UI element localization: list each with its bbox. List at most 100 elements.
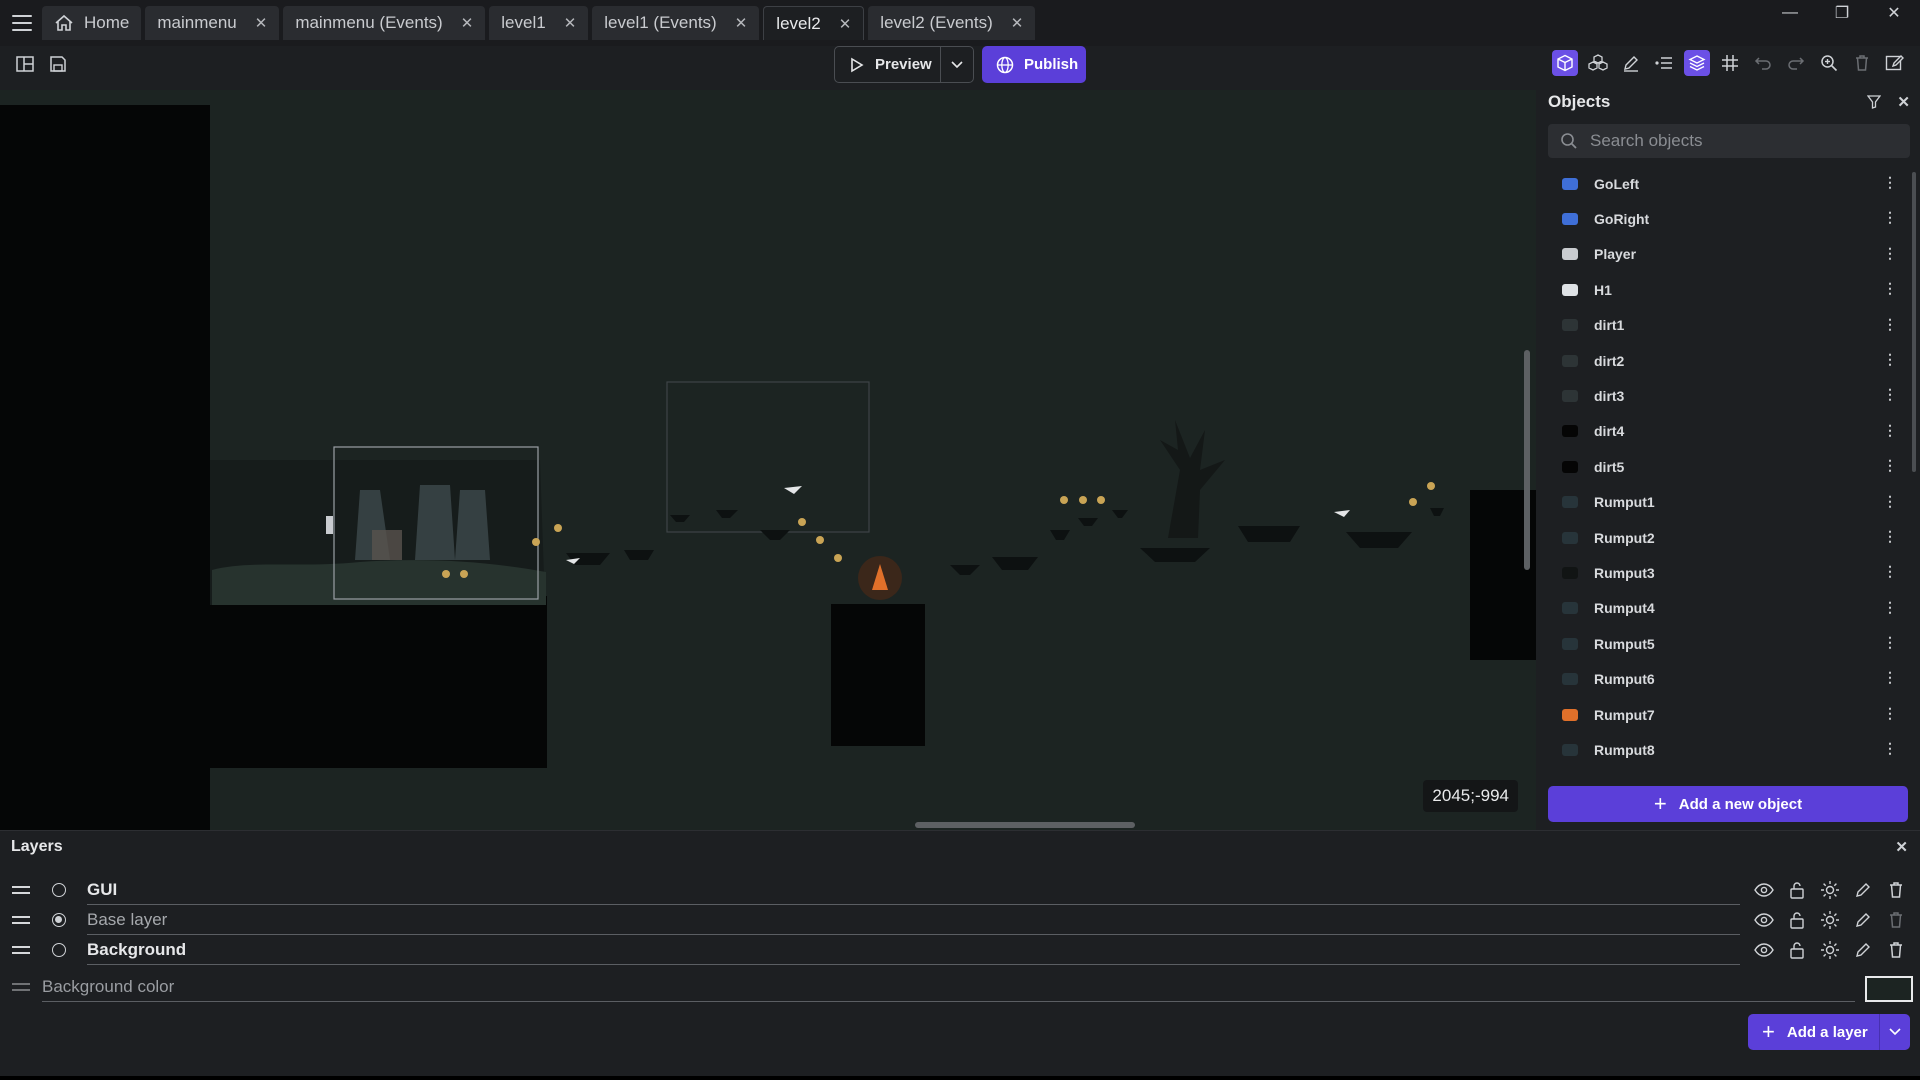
- more-options-icon[interactable]: ⋮: [1883, 351, 1897, 368]
- more-options-icon[interactable]: ⋮: [1883, 528, 1897, 545]
- minimize-icon[interactable]: —: [1764, 0, 1816, 26]
- lock-icon[interactable]: [1785, 909, 1808, 932]
- scene-canvas[interactable]: 2045;-994: [0, 90, 1536, 830]
- lighting-icon[interactable]: [1818, 939, 1841, 962]
- horizontal-scrollbar[interactable]: [915, 822, 1135, 828]
- layer-select-radio[interactable]: [52, 943, 66, 957]
- object-list-item[interactable]: Player ⋮: [1536, 237, 1920, 272]
- close-icon[interactable]: ✕: [1897, 93, 1910, 111]
- edit-icon[interactable]: [1851, 939, 1874, 962]
- properties-icon[interactable]: [1618, 50, 1644, 76]
- lock-icon[interactable]: [1785, 939, 1808, 962]
- tab-level2-events[interactable]: level2 (Events) ✕: [868, 6, 1036, 40]
- filter-icon[interactable]: [1867, 95, 1882, 109]
- layer-name[interactable]: Background: [87, 935, 1740, 965]
- vertical-scrollbar[interactable]: [1524, 350, 1530, 570]
- instances-list-icon[interactable]: [1651, 50, 1677, 76]
- drag-handle-icon[interactable]: [12, 886, 30, 894]
- tab-level1[interactable]: level1 ✕: [489, 6, 589, 40]
- more-options-icon[interactable]: ⋮: [1883, 705, 1897, 722]
- trash-icon[interactable]: [1884, 909, 1907, 932]
- restore-icon[interactable]: ❐: [1816, 0, 1868, 26]
- more-options-icon[interactable]: ⋮: [1883, 386, 1897, 403]
- more-options-icon[interactable]: ⋮: [1883, 669, 1897, 686]
- grid-icon[interactable]: [1717, 50, 1743, 76]
- drag-handle-icon[interactable]: [12, 916, 30, 924]
- tab-level2[interactable]: level2 ✕: [763, 6, 865, 40]
- object-list-item[interactable]: Rumput5 ⋮: [1536, 626, 1920, 661]
- object-list-item[interactable]: Rumput7 ⋮: [1536, 697, 1920, 732]
- trash-icon[interactable]: [1884, 939, 1907, 962]
- layer-name[interactable]: GUI: [87, 875, 1740, 905]
- close-icon[interactable]: ✕: [735, 14, 748, 32]
- object-list-item[interactable]: dirt4 ⋮: [1536, 414, 1920, 449]
- objects-scrollbar[interactable]: [1912, 172, 1916, 472]
- layer-select-radio[interactable]: [52, 913, 66, 927]
- add-layer-button[interactable]: + Add a layer: [1748, 1014, 1910, 1050]
- object-list-item[interactable]: dirt1 ⋮: [1536, 308, 1920, 343]
- add-layer-main[interactable]: + Add a layer: [1748, 1014, 1880, 1050]
- chevron-down-icon[interactable]: [941, 60, 973, 69]
- objects-panel-icon[interactable]: [1552, 50, 1578, 76]
- edit-scene-icon[interactable]: [1882, 50, 1908, 76]
- redo-icon[interactable]: [1783, 50, 1809, 76]
- more-options-icon[interactable]: ⋮: [1883, 634, 1897, 651]
- layer-row[interactable]: GUI: [0, 875, 1920, 905]
- close-icon[interactable]: ✕: [1895, 838, 1908, 856]
- object-groups-icon[interactable]: [1585, 50, 1611, 76]
- preview-button[interactable]: Preview: [835, 47, 941, 82]
- chevron-down-icon[interactable]: [1880, 1028, 1910, 1036]
- undo-icon[interactable]: [1750, 50, 1776, 76]
- close-icon[interactable]: ✕: [461, 14, 474, 32]
- more-options-icon[interactable]: ⋮: [1883, 316, 1897, 333]
- more-options-icon[interactable]: ⋮: [1883, 209, 1897, 226]
- layers-icon[interactable]: [1684, 50, 1710, 76]
- more-options-icon[interactable]: ⋮: [1883, 280, 1897, 297]
- close-icon[interactable]: ✕: [839, 15, 852, 33]
- eye-icon[interactable]: [1752, 879, 1775, 902]
- more-options-icon[interactable]: ⋮: [1883, 457, 1897, 474]
- more-options-icon[interactable]: ⋮: [1883, 563, 1897, 580]
- tab-home[interactable]: Home: [42, 6, 142, 40]
- more-options-icon[interactable]: ⋮: [1883, 599, 1897, 616]
- more-options-icon[interactable]: ⋮: [1883, 422, 1897, 439]
- publish-button[interactable]: Publish: [982, 46, 1086, 83]
- object-list-item[interactable]: Rumput3 ⋮: [1536, 555, 1920, 590]
- eye-icon[interactable]: [1752, 939, 1775, 962]
- zoom-icon[interactable]: [1816, 50, 1842, 76]
- object-list-item[interactable]: dirt2 ⋮: [1536, 343, 1920, 378]
- search-objects-input[interactable]: Search objects: [1548, 124, 1910, 158]
- panels-icon[interactable]: [12, 51, 38, 77]
- lighting-icon[interactable]: [1818, 909, 1841, 932]
- object-list-item[interactable]: dirt3 ⋮: [1536, 378, 1920, 413]
- trash-icon[interactable]: [1849, 50, 1875, 76]
- add-object-button[interactable]: + Add a new object: [1548, 786, 1908, 822]
- tab-mainmenu[interactable]: mainmenu ✕: [145, 6, 280, 40]
- edit-icon[interactable]: [1851, 909, 1874, 932]
- object-list-item[interactable]: Rumput4 ⋮: [1536, 591, 1920, 626]
- close-window-icon[interactable]: ✕: [1868, 0, 1920, 26]
- object-list-item[interactable]: dirt5 ⋮: [1536, 449, 1920, 484]
- object-list-item[interactable]: GoLeft ⋮: [1536, 166, 1920, 201]
- object-list-item[interactable]: GoRight ⋮: [1536, 201, 1920, 236]
- layer-name[interactable]: Base layer: [87, 905, 1740, 935]
- object-list-item[interactable]: Rumput8 ⋮: [1536, 732, 1920, 766]
- close-icon[interactable]: ✕: [564, 14, 577, 32]
- tab-mainmenu-events[interactable]: mainmenu (Events) ✕: [283, 6, 486, 40]
- save-icon[interactable]: [45, 51, 71, 77]
- layer-row[interactable]: Base layer: [0, 905, 1920, 935]
- more-options-icon[interactable]: ⋮: [1883, 493, 1897, 510]
- layer-row[interactable]: Background: [0, 935, 1920, 965]
- more-options-icon[interactable]: ⋮: [1883, 740, 1897, 757]
- object-list-item[interactable]: H1 ⋮: [1536, 272, 1920, 307]
- trash-icon[interactable]: [1884, 879, 1907, 902]
- lighting-icon[interactable]: [1818, 879, 1841, 902]
- object-list-item[interactable]: Rumput2 ⋮: [1536, 520, 1920, 555]
- close-icon[interactable]: ✕: [255, 14, 268, 32]
- more-options-icon[interactable]: ⋮: [1883, 174, 1897, 191]
- eye-icon[interactable]: [1752, 909, 1775, 932]
- more-options-icon[interactable]: ⋮: [1883, 245, 1897, 262]
- edit-icon[interactable]: [1851, 879, 1874, 902]
- drag-handle-icon[interactable]: [12, 946, 30, 954]
- lock-icon[interactable]: [1785, 879, 1808, 902]
